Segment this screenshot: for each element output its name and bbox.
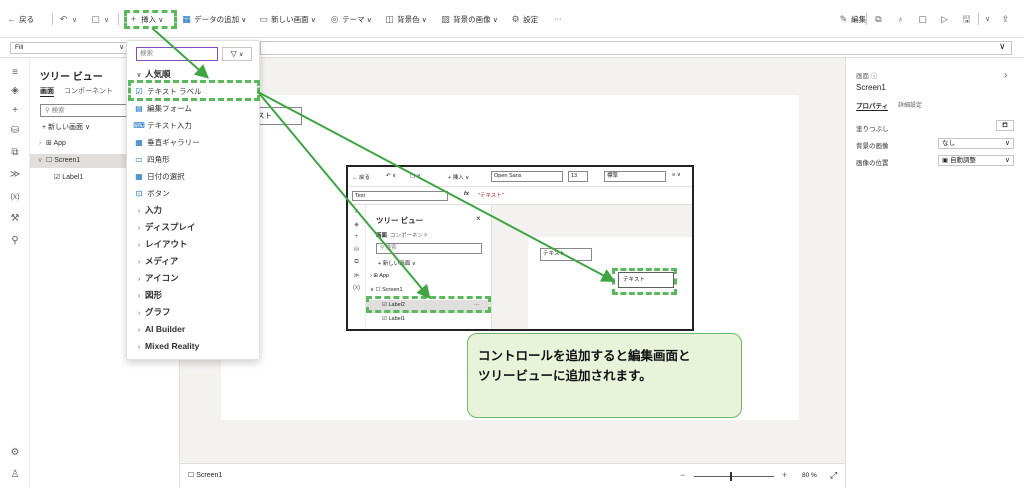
status-bar: ☐ Screen1 − + 80 % ⤢ [180, 463, 845, 488]
zoom-out-button[interactable]: − [680, 470, 685, 480]
screen-icon: ☐ [188, 472, 195, 479]
zoom-slider[interactable] [694, 476, 774, 477]
paint-bucket-icon: ⛾ [1002, 122, 1008, 129]
control-kind: 画面 ⓘ [856, 73, 878, 80]
tab-advanced[interactable]: 詳細設定 [898, 100, 922, 109]
chevron-right-icon[interactable]: › [1004, 70, 1007, 81]
arrow-insert-to-label [151, 27, 209, 79]
bg-image-label: 背景の画像 [856, 143, 889, 150]
image-position-dropdown[interactable]: ▣ 自動調整 ∨ [938, 155, 1014, 166]
screen-selector[interactable]: ☐ Screen1 [188, 471, 222, 479]
properties-panel: 画面 ⓘ › Screen1 プロパティ 詳細設定 塗りつぶし ⛾ 背景の画像 … [845, 58, 1024, 488]
fit-to-window-icon[interactable]: ⤢ [830, 470, 837, 481]
arrow-label-to-canvas [257, 91, 616, 282]
help-icon: ⓘ [870, 73, 878, 80]
zoom-in-button[interactable]: + [782, 470, 787, 480]
zoom-level: 80 % [802, 472, 817, 479]
tab-properties[interactable]: プロパティ [856, 100, 889, 111]
bg-image-dropdown[interactable]: なし ∨ [938, 138, 1014, 149]
image-fit-icon: ▣ [942, 157, 949, 164]
fill-color-picker[interactable]: ⛾ [996, 120, 1014, 131]
image-position-label: 画像の位置 [856, 160, 889, 167]
chevron-down-icon: ∨ [1004, 140, 1010, 147]
arrow-label-to-tree [257, 91, 431, 300]
control-name: Screen1 [856, 83, 886, 92]
chevron-down-icon: ∨ [1004, 157, 1010, 164]
callout-text: コントロールを追加すると編集画面と ツリービューに追加されます。 [478, 349, 691, 383]
zoom-slider-thumb[interactable] [730, 472, 732, 481]
callout-box: コントロールを追加すると編集画面と ツリービューに追加されます。 [467, 333, 742, 418]
fill-label: 塗りつぶし [856, 126, 889, 133]
